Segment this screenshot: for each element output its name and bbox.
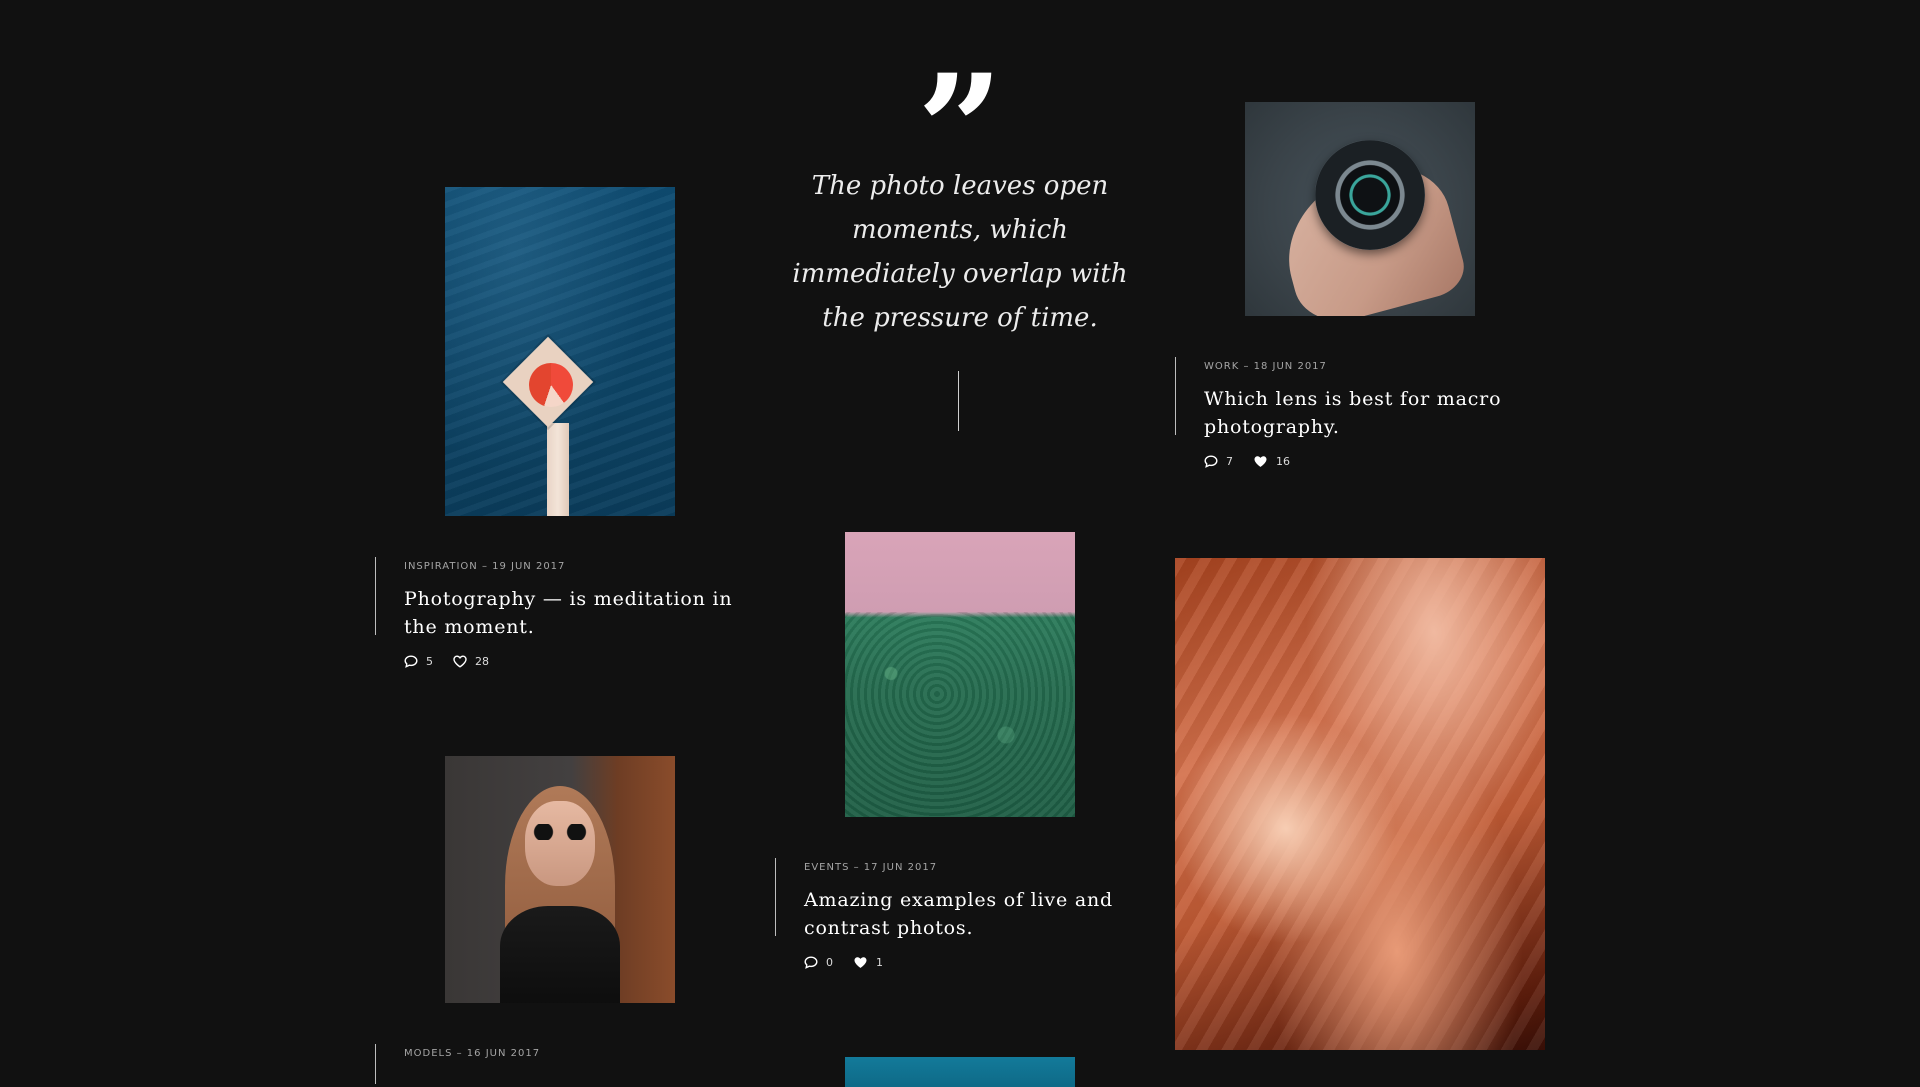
forest-texture [845,612,1075,817]
like-count[interactable]: 28 [453,655,489,668]
like-count-value: 16 [1276,455,1290,468]
comment-count[interactable]: 7 [1204,455,1233,468]
umbrella [529,363,573,407]
sunglasses [527,824,593,840]
comment-count[interactable]: 0 [804,956,833,969]
post-title[interactable]: Which lens is best for macro photography… [1204,385,1564,441]
comment-count-value: 7 [1226,455,1233,468]
post-image-lens[interactable] [1245,102,1475,316]
post-meta[interactable]: INSPIRATION – 19 JUN 2017 [404,561,764,572]
post-accent-bar [375,557,376,635]
heart-outline-icon [453,655,467,668]
comment-count-value: 0 [826,956,833,969]
like-count[interactable]: 16 [1253,455,1290,468]
post-card: EVENTS – 17 JUN 2017 Amazing examples of… [775,858,1164,969]
post-accent-bar [1175,357,1176,435]
like-count-value: 1 [876,956,883,969]
post-card: INSPIRATION – 19 JUN 2017 Photography — … [375,557,764,668]
camera-lens [1315,140,1425,250]
post-image-forest[interactable] [845,532,1075,817]
post-title[interactable]: Photography — is meditation in the momen… [404,585,764,641]
quote-text: The photo leaves open moments, which imm… [792,171,1128,333]
post-image-canyon[interactable] [1175,558,1545,1050]
post-meta[interactable]: WORK – 18 JUN 2017 [1204,361,1564,372]
face [525,801,595,886]
like-count[interactable]: 1 [853,956,883,969]
comment-icon [1204,455,1218,468]
comment-icon [804,956,818,969]
post-meta[interactable]: EVENTS – 17 JUN 2017 [804,862,1164,873]
heart-filled-icon [854,957,867,968]
post-card: MODELS – 16 JUN 2017 [375,1044,764,1084]
post-image-pier[interactable] [445,187,675,516]
comment-icon [404,655,418,668]
comment-count-value: 5 [426,655,433,668]
post-title[interactable]: Amazing examples of live and contrast ph… [804,886,1164,942]
post-image-bottom[interactable] [845,1057,1075,1087]
post-stats: 5 28 [404,655,764,668]
like-count-value: 28 [475,655,489,668]
post-card: WORK – 18 JUN 2017 Which lens is best fo… [1175,357,1564,468]
post-meta[interactable]: MODELS – 16 JUN 2017 [404,1048,764,1059]
post-image-portrait[interactable] [445,756,675,1003]
comment-count[interactable]: 5 [404,655,433,668]
heart-filled-icon [1254,456,1267,467]
post-stats: 7 16 [1204,455,1564,468]
body [500,906,620,1003]
quote-divider [958,371,959,431]
post-accent-bar [375,1044,376,1084]
post-stats: 0 1 [804,956,1164,969]
post-accent-bar [775,858,776,936]
pier-walkway [547,423,569,516]
